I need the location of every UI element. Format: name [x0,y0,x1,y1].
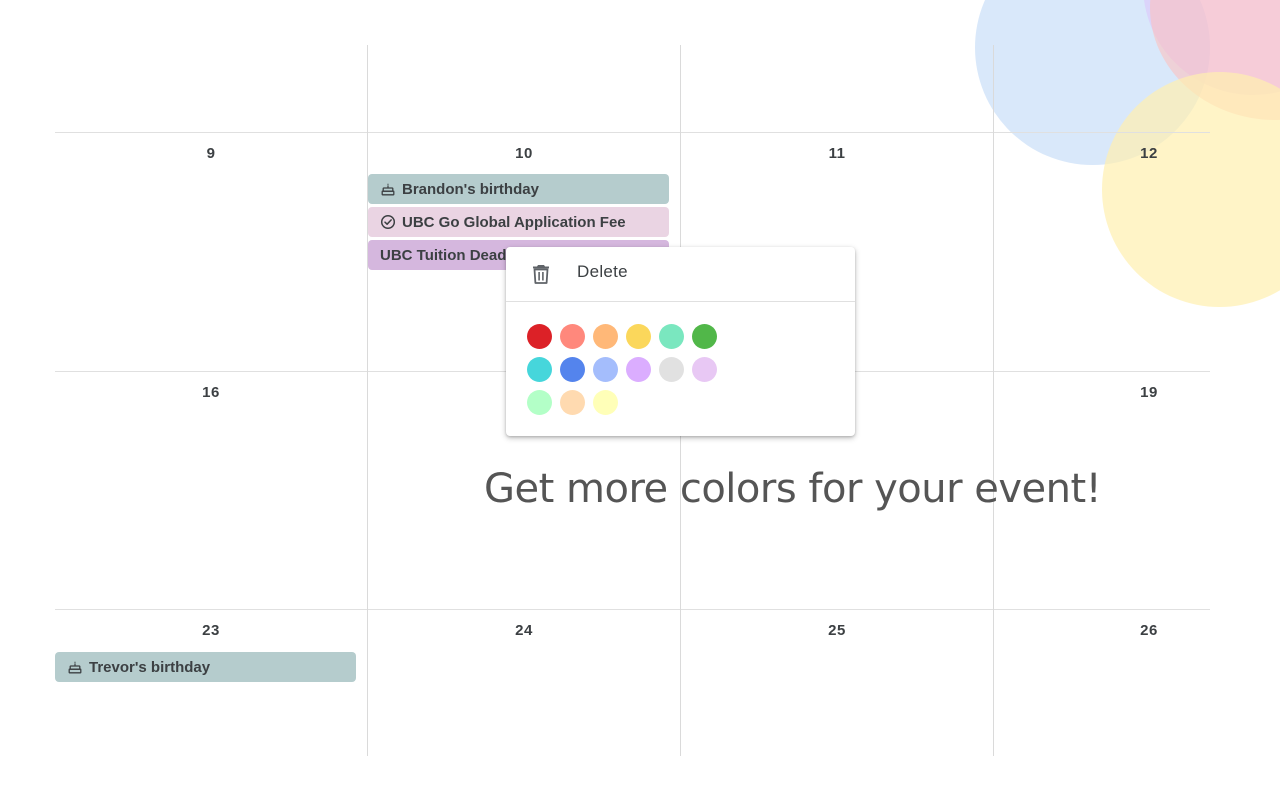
day-number[interactable]: 11 [817,145,857,162]
color-swatch[interactable] [659,324,684,349]
day-number[interactable]: 9 [191,145,231,162]
cake-icon [380,181,396,197]
decorative-purple-circle [1143,0,1280,95]
color-swatch[interactable] [626,324,651,349]
event-title: UBC Go Global Application Fee [402,213,626,231]
color-swatch[interactable] [593,324,618,349]
color-swatch[interactable] [560,324,585,349]
cake-icon [67,659,83,675]
day-column-divider [993,45,994,756]
color-swatch[interactable] [626,357,651,382]
week-row-divider [55,609,1210,610]
day-number[interactable]: 25 [817,622,857,639]
event-chip-ubc-go-global[interactable]: UBC Go Global Application Fee [368,207,669,237]
color-swatch[interactable] [560,357,585,382]
menu-divider [506,301,855,302]
color-swatch[interactable] [593,357,618,382]
day-number[interactable]: 16 [191,384,231,401]
color-swatch[interactable] [527,357,552,382]
event-title: Brandon's birthday [402,180,539,198]
event-title: UBC Tuition Dead [380,246,507,264]
event-chip-brandons-birthday[interactable]: Brandon's birthday [368,174,669,204]
day-number[interactable]: 24 [504,622,544,639]
day-number[interactable]: 19 [1129,384,1169,401]
color-swatch[interactable] [560,390,585,415]
day-number[interactable]: 26 [1129,622,1169,639]
delete-menu-item[interactable]: Delete [506,247,855,301]
promo-caption: Get more colors for your event! [484,466,1102,512]
event-context-menu: Delete [506,247,855,436]
event-chip-trevors-birthday[interactable]: Trevor's birthday [55,652,356,682]
week-row-divider [55,132,1210,133]
color-swatch[interactable] [692,357,717,382]
day-number[interactable]: 10 [504,145,544,162]
decorative-blue-circle [975,0,1210,165]
task-check-icon [380,214,396,230]
event-title: Trevor's birthday [89,658,211,676]
day-number[interactable]: 23 [191,622,231,639]
trash-icon [529,262,553,286]
calendar-screen: 9 10 11 12 16 19 23 24 25 26 Brandon's b… [0,0,1280,800]
color-swatch[interactable] [593,390,618,415]
color-swatch[interactable] [527,324,552,349]
color-swatch[interactable] [527,390,552,415]
decorative-pink-circle [1150,0,1280,120]
day-number[interactable]: 12 [1129,145,1169,162]
color-swatch[interactable] [659,357,684,382]
decorative-yellow-circle [1102,72,1280,307]
color-swatch[interactable] [692,324,717,349]
day-column-divider [367,45,368,756]
delete-label: Delete [577,262,628,281]
